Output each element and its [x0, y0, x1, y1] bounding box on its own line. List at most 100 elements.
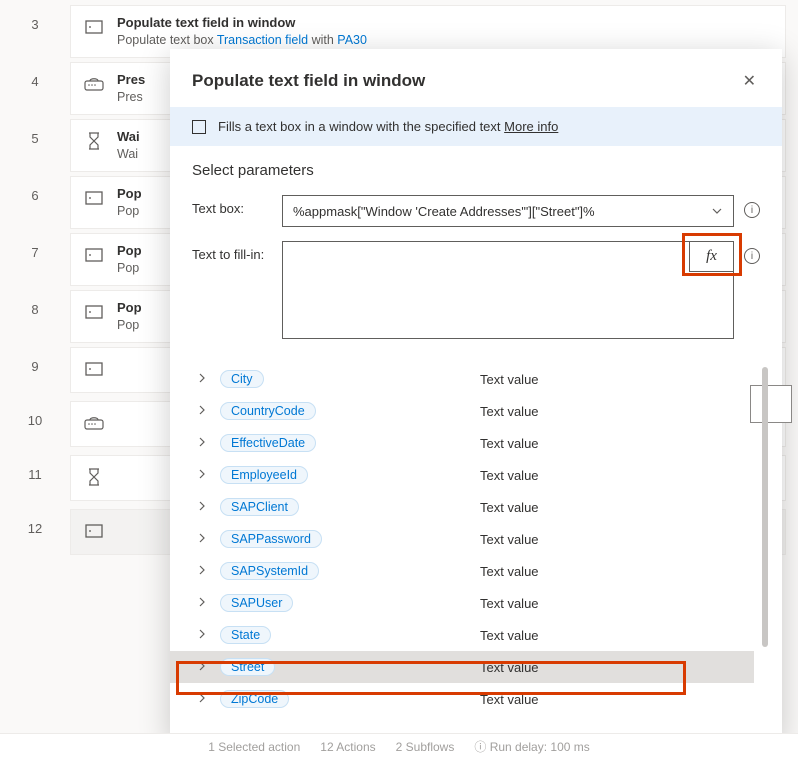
variable-pill: State	[220, 626, 271, 644]
params-section: Select parameters Text box: %appmask["Wi…	[170, 146, 782, 359]
action-number: 11	[0, 455, 70, 482]
variable-type: Text value	[480, 404, 539, 419]
variable-row-employeeid[interactable]: EmployeeId Text value	[170, 459, 754, 491]
variable-row-countrycode[interactable]: CountryCode Text value	[170, 395, 754, 427]
variable-type: Text value	[480, 532, 539, 547]
variable-pill: City	[220, 370, 264, 388]
status-selected: 1 Selected action	[208, 740, 300, 754]
keyboard-icon	[83, 73, 105, 95]
textbox-select[interactable]: %appmask["Window 'Create Addresses'"]["S…	[282, 195, 734, 227]
variable-type: Text value	[480, 692, 539, 707]
textbox-icon	[83, 187, 105, 209]
chevron-right-icon	[198, 373, 212, 386]
status-subflows: 2 Subflows	[396, 740, 455, 754]
fillin-textbox: fx	[282, 241, 734, 339]
chevron-right-icon	[198, 693, 212, 706]
chevron-right-icon	[198, 533, 212, 546]
chevron-right-icon	[198, 629, 212, 642]
action-subtitle: Pop	[117, 203, 142, 220]
dialog-title: Populate text field in window	[192, 71, 425, 91]
chevron-right-icon	[198, 661, 212, 674]
hourglass-icon	[83, 466, 105, 488]
fillin-textarea[interactable]	[283, 242, 733, 338]
textbox-icon	[83, 520, 105, 542]
variable-pill: SAPPassword	[220, 530, 322, 548]
chevron-right-icon	[198, 501, 212, 514]
variable-row-sappassword[interactable]: SAPPassword Text value	[170, 523, 754, 555]
action-title: Pres	[117, 71, 145, 89]
status-actions: 12 Actions	[320, 740, 375, 754]
textbox-icon	[83, 16, 105, 38]
hourglass-icon	[83, 130, 105, 152]
action-number: 10	[0, 401, 70, 428]
param-row-textbox: Text box: %appmask["Window 'Create Addre…	[192, 195, 760, 227]
chevron-right-icon	[198, 469, 212, 482]
info-icon[interactable]: i	[744, 202, 760, 218]
keyboard-icon	[83, 412, 105, 434]
variable-pill: EmployeeId	[220, 466, 308, 484]
chevron-right-icon	[198, 597, 212, 610]
chevron-right-icon	[198, 565, 212, 578]
variable-pill: CountryCode	[220, 402, 316, 420]
variable-row-effectivedate[interactable]: EffectiveDate Text value	[170, 427, 754, 459]
action-subtitle: Pop	[117, 317, 142, 334]
variable-pill: Street	[220, 658, 275, 676]
action-subtitle: Pres	[117, 89, 145, 106]
fx-button[interactable]: fx	[689, 242, 733, 272]
action-number: 6	[0, 176, 70, 203]
hidden-button	[750, 385, 792, 423]
textbox-icon	[83, 358, 105, 380]
variable-row-sapuser[interactable]: SAPUserText value	[170, 587, 754, 619]
action-subtitle: Populate text box Transaction field with…	[117, 32, 367, 49]
action-number: 3	[0, 5, 70, 32]
action-number: 12	[0, 509, 70, 536]
variable-row-city[interactable]: City Text value	[170, 363, 754, 395]
action-number: 7	[0, 233, 70, 260]
param-label: Text to fill-in:	[192, 241, 282, 262]
action-title: Pop	[117, 299, 142, 317]
dialog-header: Populate text field in window ✕	[170, 49, 782, 107]
variable-row-street[interactable]: Street Text value	[170, 651, 754, 683]
info-icon[interactable]: i	[744, 248, 760, 264]
action-title: Pop	[117, 185, 142, 203]
action-number: 8	[0, 290, 70, 317]
params-heading: Select parameters	[192, 162, 760, 179]
variable-pill: ZipCode	[220, 690, 289, 708]
action-title: Populate text field in window	[117, 14, 367, 32]
variable-row-zipcode[interactable]: ZipCode Text value	[170, 683, 754, 715]
action-title: Pop	[117, 242, 142, 260]
variable-type: Text value	[480, 372, 539, 387]
action-subtitle: Wai	[117, 146, 140, 163]
variable-pill: SAPClient	[220, 498, 299, 516]
scrollbar[interactable]	[762, 367, 768, 647]
info-bar: Fills a text box in a window with the sp…	[170, 107, 782, 146]
action-title: Wai	[117, 128, 140, 146]
chevron-right-icon	[198, 405, 212, 418]
variable-row-state[interactable]: State Text value	[170, 619, 754, 651]
variable-type: Text value	[480, 436, 539, 451]
variable-type: Text value	[480, 564, 539, 579]
chevron-down-icon	[711, 205, 723, 220]
more-info-link[interactable]: More info	[504, 119, 558, 134]
action-config-dialog: Populate text field in window ✕ Fills a …	[170, 49, 782, 742]
variable-type: Text value	[480, 660, 539, 675]
action-number: 4	[0, 62, 70, 89]
status-delay: ⓘ Run delay: 100 ms	[474, 738, 589, 755]
variable-row-sapsystemid[interactable]: SAPSystemIdText value	[170, 555, 754, 587]
action-number: 9	[0, 347, 70, 374]
param-label: Text box:	[192, 195, 282, 216]
textbox-icon	[83, 301, 105, 323]
status-bar: 1 Selected action 12 Actions 2 Subflows …	[0, 733, 798, 759]
close-icon[interactable]: ✕	[739, 67, 760, 95]
textbox-icon	[192, 120, 206, 134]
variable-type: Text value	[480, 468, 539, 483]
variable-type: Text value	[480, 628, 539, 643]
variable-pill: SAPUser	[220, 594, 293, 612]
variables-list: CityText valueCountryCodeText valueEffec…	[170, 359, 754, 742]
info-text: Fills a text box in a window with the sp…	[218, 119, 558, 134]
variable-pill: EffectiveDate	[220, 434, 316, 452]
action-subtitle: Pop	[117, 260, 142, 277]
variable-row-sapclient[interactable]: SAPClient Text value	[170, 491, 754, 523]
action-number: 5	[0, 119, 70, 146]
variable-type: Text value	[480, 500, 539, 515]
